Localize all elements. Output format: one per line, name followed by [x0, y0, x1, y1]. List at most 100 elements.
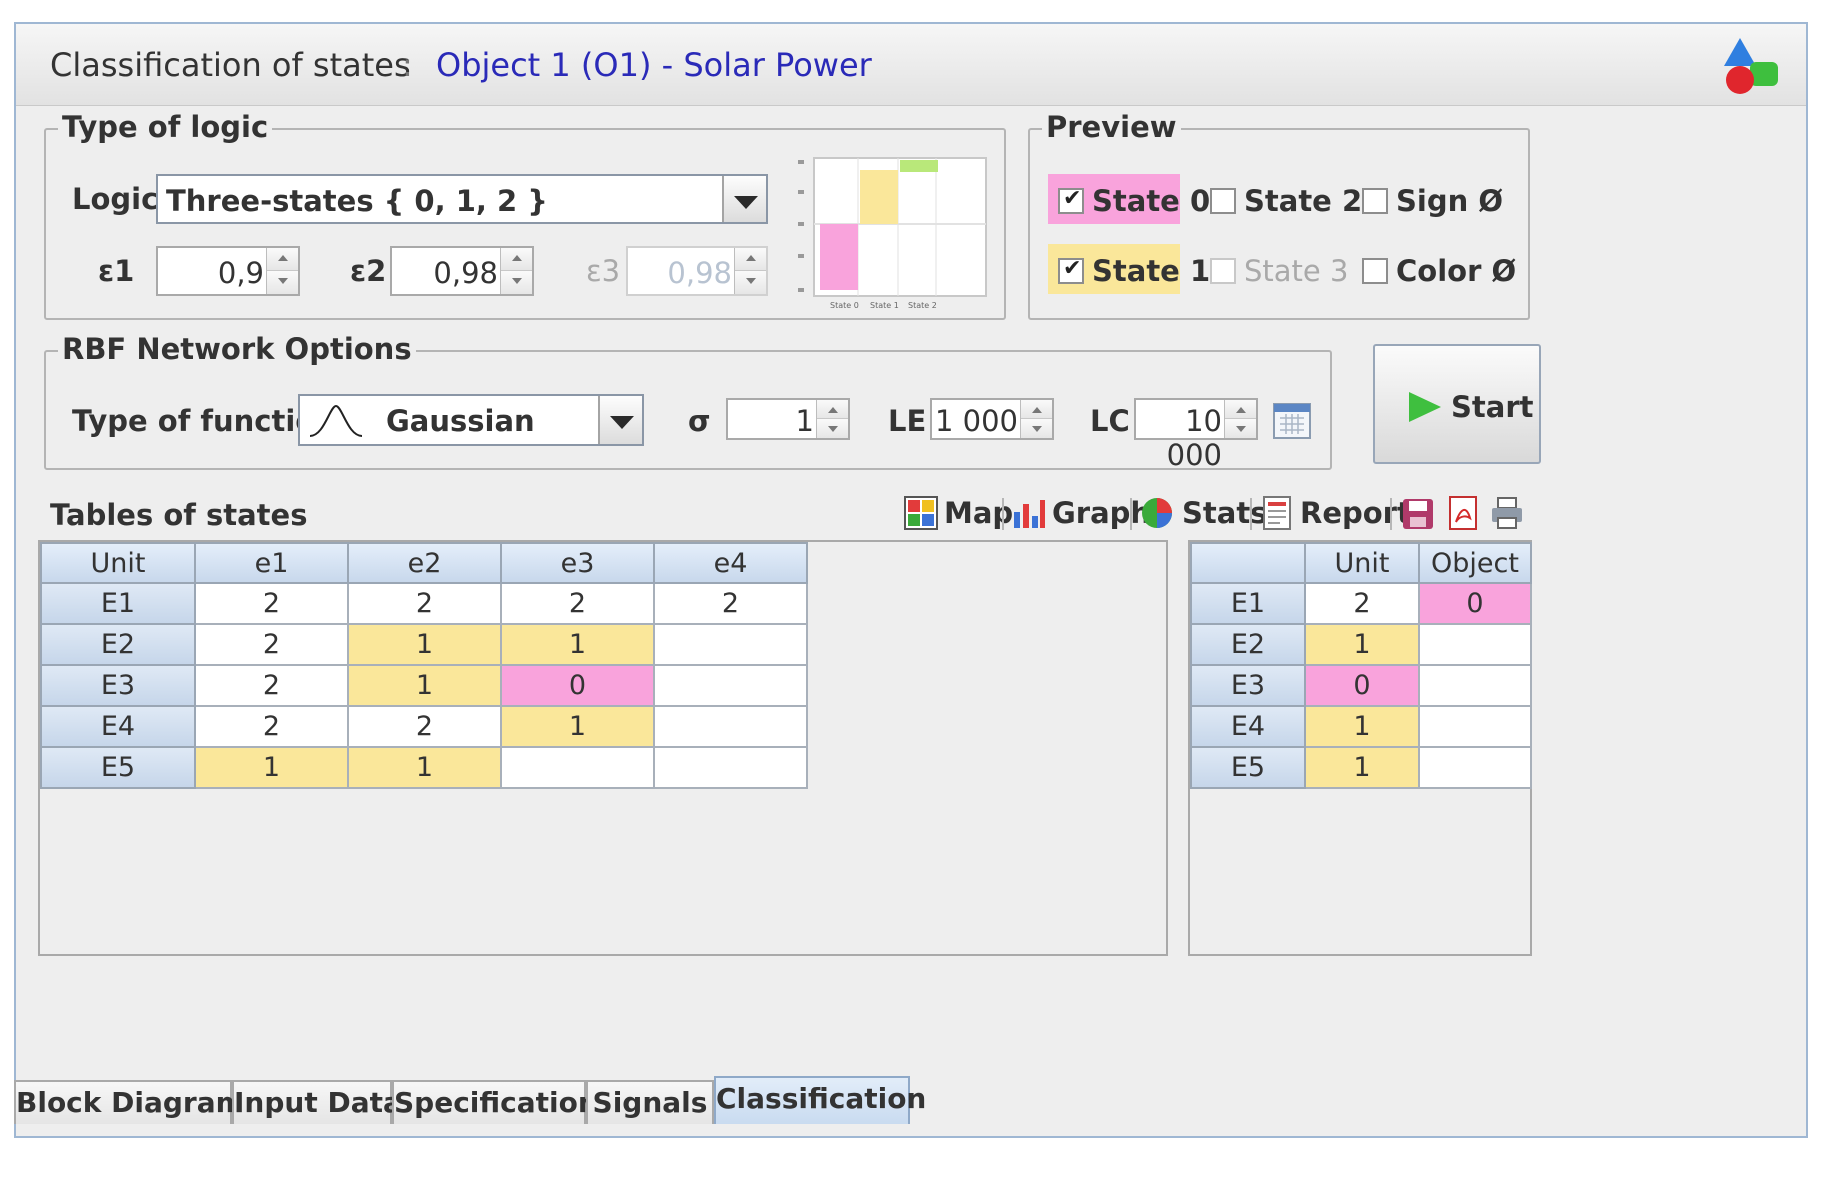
- spin-down-icon[interactable]: [817, 419, 848, 438]
- spin-up-icon[interactable]: [501, 248, 532, 271]
- spin-up-icon[interactable]: [267, 248, 298, 271]
- table-cell[interactable]: 1: [347, 623, 502, 666]
- table-cell[interactable]: [500, 746, 655, 789]
- table-cell[interactable]: 1: [500, 623, 655, 666]
- spin-down-icon[interactable]: [501, 271, 532, 294]
- column-header[interactable]: [1190, 542, 1306, 584]
- save-icon[interactable]: [1402, 498, 1434, 530]
- row-header[interactable]: E1: [1190, 582, 1306, 625]
- row-header[interactable]: E4: [40, 705, 196, 748]
- play-icon: [1409, 392, 1441, 422]
- table-cell[interactable]: 1: [1304, 746, 1420, 789]
- tab-input-data[interactable]: Input Data: [232, 1080, 402, 1124]
- table-row[interactable]: E3 0: [1190, 664, 1532, 707]
- state0-checkbox[interactable]: State 0: [1048, 174, 1210, 224]
- table-cell[interactable]: [653, 623, 808, 666]
- state1-checkbox[interactable]: State 1: [1048, 244, 1210, 294]
- thumb-state1-bar: [860, 170, 898, 224]
- eps2-spinner[interactable]: 0,98: [390, 246, 534, 296]
- tab-block-diagram[interactable]: Block Diagram: [14, 1080, 245, 1124]
- table-row[interactable]: E2 2 1 1: [40, 623, 808, 666]
- spin-down-icon[interactable]: [1225, 419, 1256, 438]
- tab-signals[interactable]: Signals: [586, 1080, 714, 1124]
- print-icon[interactable]: [1490, 496, 1524, 530]
- column-header[interactable]: e4: [653, 542, 808, 584]
- table-cell[interactable]: [653, 664, 808, 707]
- spin-up-icon[interactable]: [817, 400, 848, 419]
- table-row[interactable]: E1 2 0: [1190, 582, 1532, 625]
- check-icon[interactable]: [1058, 256, 1084, 284]
- sigma-spinner[interactable]: 1: [726, 398, 850, 440]
- table-cell[interactable]: 2: [194, 705, 349, 748]
- chevron-down-icon[interactable]: [598, 396, 642, 444]
- spin-up-icon[interactable]: [1225, 400, 1256, 419]
- row-header[interactable]: E3: [1190, 664, 1306, 707]
- tab-classification[interactable]: Classification: [714, 1076, 926, 1124]
- thumb-xlabel-0: State 0: [830, 301, 859, 310]
- column-header[interactable]: e1: [194, 542, 349, 584]
- table-cell[interactable]: [1418, 705, 1532, 748]
- lc-spinner[interactable]: 10 000: [1134, 398, 1258, 472]
- table-cell[interactable]: [653, 746, 808, 789]
- row-header[interactable]: E2: [40, 623, 196, 666]
- table-row[interactable]: E3 2 1 0: [40, 664, 808, 707]
- table-cell[interactable]: 2: [194, 664, 349, 707]
- chevron-down-icon[interactable]: [722, 176, 766, 222]
- le-spinner[interactable]: 1 000: [930, 398, 1054, 440]
- spin-down-icon[interactable]: [267, 271, 298, 294]
- row-header[interactable]: E1: [40, 582, 196, 625]
- tab-specification[interactable]: Specification: [392, 1080, 598, 1124]
- row-header[interactable]: E5: [40, 746, 196, 789]
- table-cell[interactable]: 1: [347, 746, 502, 789]
- start-button[interactable]: Start: [1373, 344, 1541, 464]
- row-header[interactable]: E4: [1190, 705, 1306, 748]
- table-row[interactable]: E2 1: [1190, 623, 1532, 666]
- table-cell[interactable]: [1418, 623, 1532, 666]
- function-type-select[interactable]: Gaussian: [298, 394, 644, 446]
- table-row[interactable]: E4 2 2 1: [40, 705, 808, 748]
- table-cell[interactable]: [653, 705, 808, 748]
- table-cell[interactable]: 2: [653, 582, 808, 625]
- table-cell[interactable]: 0: [1418, 582, 1532, 625]
- row-header[interactable]: E3: [40, 664, 196, 707]
- report-button[interactable]: Report: [1300, 496, 1411, 530]
- table-cell[interactable]: 2: [347, 705, 502, 748]
- stats-button[interactable]: Stats: [1182, 496, 1267, 530]
- color-checkbox[interactable]: Color Ø: [1362, 254, 1516, 288]
- table-row[interactable]: E1 2 2 2 2: [40, 582, 808, 625]
- table-cell[interactable]: 2: [500, 582, 655, 625]
- table-cell[interactable]: 2: [194, 623, 349, 666]
- table-row[interactable]: E5 1 1: [40, 746, 808, 789]
- table-cell[interactable]: 2: [1304, 582, 1420, 625]
- table-cell[interactable]: 0: [500, 664, 655, 707]
- table-cell[interactable]: [1418, 664, 1532, 707]
- column-header[interactable]: Unit: [1304, 542, 1420, 584]
- column-header[interactable]: e3: [500, 542, 655, 584]
- column-header[interactable]: Object: [1418, 542, 1532, 584]
- calendar-icon[interactable]: [1272, 400, 1312, 440]
- spin-down-icon[interactable]: [1021, 419, 1052, 438]
- table-cell[interactable]: 1: [1304, 623, 1420, 666]
- table-cell[interactable]: 0: [1304, 664, 1420, 707]
- eps1-spinner[interactable]: 0,9: [156, 246, 300, 296]
- graph-button[interactable]: Graph: [1052, 496, 1151, 530]
- table-cell[interactable]: 2: [347, 582, 502, 625]
- table-row[interactable]: E5 1: [1190, 746, 1532, 789]
- state2-checkbox[interactable]: State 2: [1210, 184, 1362, 218]
- spin-up-icon[interactable]: [1021, 400, 1052, 419]
- table-cell[interactable]: 1: [500, 705, 655, 748]
- table-cell[interactable]: 1: [1304, 705, 1420, 748]
- check-icon[interactable]: [1058, 186, 1084, 214]
- row-header[interactable]: E2: [1190, 623, 1306, 666]
- sign-checkbox[interactable]: Sign Ø: [1362, 184, 1503, 218]
- column-header[interactable]: e2: [347, 542, 502, 584]
- logic-select[interactable]: Three-states { 0, 1, 2 }: [156, 174, 768, 224]
- table-cell[interactable]: 1: [347, 664, 502, 707]
- column-header[interactable]: Unit: [40, 542, 196, 584]
- table-cell[interactable]: [1418, 746, 1532, 789]
- table-row[interactable]: E4 1: [1190, 705, 1532, 748]
- table-cell[interactable]: 2: [194, 582, 349, 625]
- row-header[interactable]: E5: [1190, 746, 1306, 789]
- pdf-icon[interactable]: [1448, 496, 1480, 530]
- table-cell[interactable]: 1: [194, 746, 349, 789]
